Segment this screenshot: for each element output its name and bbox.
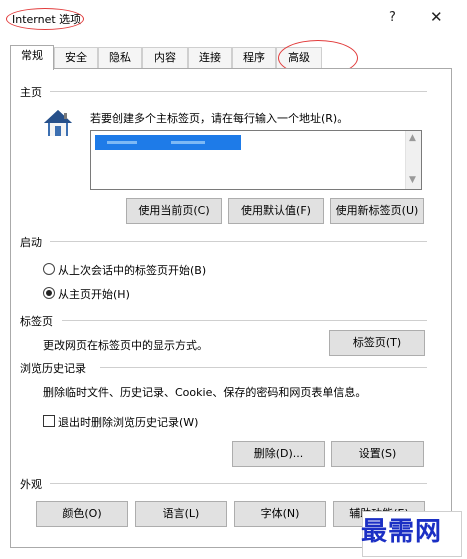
tab-privacy[interactable]: 隐私	[98, 47, 142, 69]
home-instruction: 若要创建多个主标签页，请在每行输入一个地址(R)。	[90, 112, 349, 125]
help-button[interactable]: ?	[389, 10, 396, 25]
tab-content[interactable]: 内容	[142, 47, 188, 69]
tabs-section-label: 标签页	[20, 315, 53, 328]
fonts-button[interactable]: 字体(N)	[234, 501, 326, 527]
scroll-down-icon[interactable]: ▼	[409, 175, 416, 185]
home-page-label: 从主页开始(H)	[58, 288, 130, 301]
delete-on-exit-label: 退出时删除浏览历史记录(W)	[58, 416, 199, 429]
tabs-settings-button[interactable]: 标签页(T)	[329, 330, 425, 356]
startup-section-label: 启动	[20, 236, 42, 249]
title-bar: Internet 选项 ? ✕	[0, 0, 467, 34]
title-annotation-circle	[6, 8, 84, 30]
tab-general[interactable]: 常规	[10, 45, 54, 70]
home-section-label: 主页	[20, 86, 42, 99]
house-icon	[44, 110, 72, 136]
delete-history-button[interactable]: 删除(D)...	[232, 441, 325, 467]
languages-button[interactable]: 语言(L)	[135, 501, 227, 527]
last-session-radio[interactable]	[43, 263, 55, 275]
use-current-button[interactable]: 使用当前页(C)	[126, 198, 222, 224]
last-session-label: 从上次会话中的标签页开始(B)	[58, 264, 207, 277]
tab-security[interactable]: 安全	[54, 47, 98, 69]
watermark-logo: 最需网	[361, 517, 443, 547]
home-page-textarea[interactable]: ▲ ▼	[90, 130, 422, 190]
scroll-up-icon[interactable]: ▲	[409, 133, 416, 143]
history-divider	[100, 367, 427, 368]
textarea-scrollbar[interactable]: ▲ ▼	[405, 131, 421, 189]
history-description: 删除临时文件、历史记录、Cookie、保存的密码和网页表单信息。	[43, 386, 367, 399]
use-default-button[interactable]: 使用默认值(F)	[228, 198, 324, 224]
colors-button[interactable]: 颜色(O)	[36, 501, 128, 527]
history-section-label: 浏览历史记录	[20, 362, 86, 375]
appearance-divider	[50, 483, 427, 484]
startup-divider	[50, 241, 427, 242]
appearance-section-label: 外观	[20, 478, 42, 491]
tabs-description: 更改网页在标签页中的显示方式。	[43, 339, 208, 352]
close-icon[interactable]: ✕	[430, 8, 443, 26]
tab-strip: 常规 安全 隐私 内容 连接 程序 高级	[10, 45, 450, 70]
use-new-tab-button[interactable]: 使用新标签页(U)	[330, 198, 424, 224]
tab-programs[interactable]: 程序	[232, 47, 276, 69]
delete-on-exit-checkbox[interactable]	[43, 415, 55, 427]
home-divider	[50, 91, 427, 92]
tab-connections[interactable]: 连接	[188, 47, 232, 69]
home-page-radio[interactable]	[43, 287, 55, 299]
tabs-divider	[62, 320, 427, 321]
internet-options-dialog: Internet 选项 ? ✕ 常规 安全 隐私 内容 连接 程序 高级 主页 …	[0, 0, 467, 559]
history-settings-button[interactable]: 设置(S)	[331, 441, 424, 467]
